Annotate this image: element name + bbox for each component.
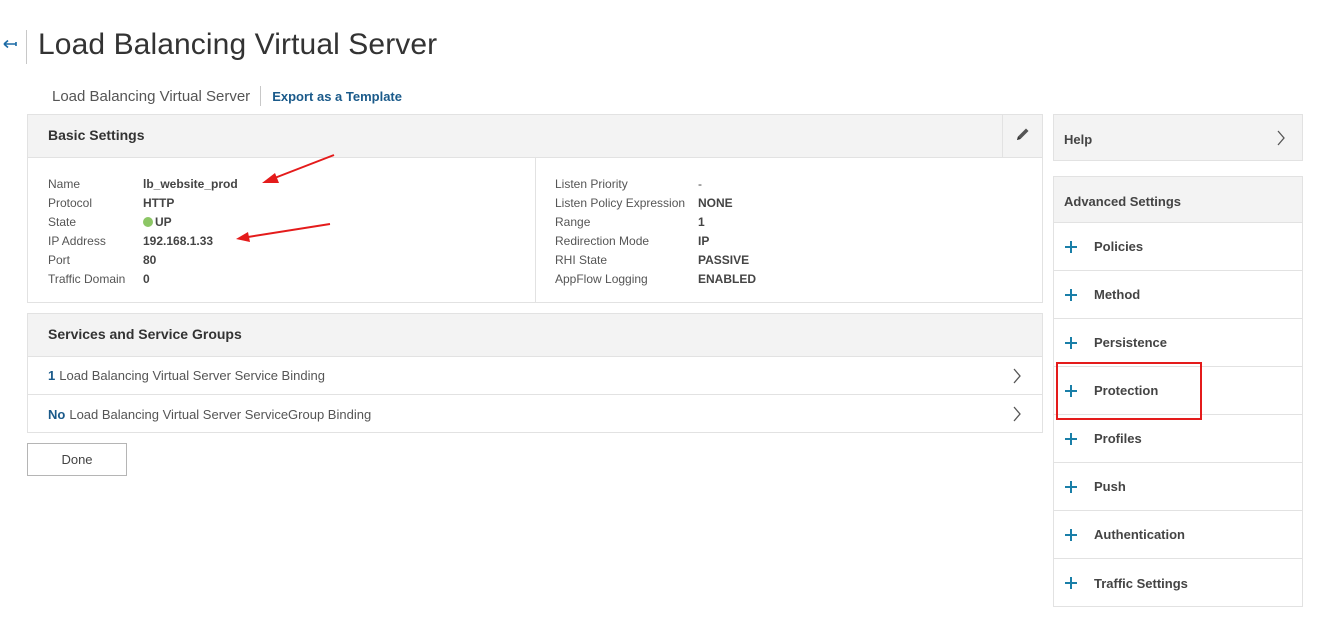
setting-label: RHI State — [555, 253, 608, 267]
chevron-right-icon — [1012, 368, 1022, 387]
basic-settings-panel: Basic Settings Name lb_website_prod Prot… — [27, 114, 1043, 303]
setting-row-listen-policy: Listen Policy Expression NONE — [555, 194, 756, 213]
setting-value: ENABLED — [698, 272, 757, 286]
setting-label: State — [48, 215, 77, 229]
binding-label: Load Balancing Virtual Server Service Bi… — [59, 368, 325, 383]
status-dot-icon — [143, 217, 153, 227]
setting-row-state: State UP — [48, 213, 238, 232]
plus-icon — [1062, 334, 1080, 352]
setting-label: Protocol — [48, 196, 93, 210]
setting-value: 192.168.1.33 — [143, 234, 214, 248]
advanced-settings-panel: Advanced Settings Policies Method Persis… — [1053, 176, 1303, 607]
setting-row-appflow: AppFlow Logging ENABLED — [555, 270, 756, 289]
setting-value: - — [698, 177, 702, 191]
breadcrumb: Load Balancing Virtual Server Export as … — [52, 86, 402, 106]
adv-item-method[interactable]: Method — [1054, 271, 1302, 319]
adv-item-policies[interactable]: Policies — [1054, 223, 1302, 271]
help-panel[interactable]: Help — [1053, 114, 1303, 161]
adv-item-authentication[interactable]: Authentication — [1054, 511, 1302, 559]
setting-value: NONE — [698, 196, 733, 210]
setting-label: Listen Priority — [555, 177, 628, 191]
adv-item-label: Profiles — [1094, 431, 1142, 446]
setting-value: PASSIVE — [698, 253, 750, 267]
basic-settings-title: Basic Settings — [48, 127, 145, 143]
adv-item-label: Authentication — [1094, 527, 1185, 542]
setting-row-listen-priority: Listen Priority - — [555, 175, 756, 194]
plus-icon — [1062, 574, 1080, 592]
plus-icon — [1062, 238, 1080, 256]
setting-row-protocol: Protocol HTTP — [48, 194, 238, 213]
basic-settings-header: Basic Settings — [28, 115, 1042, 158]
services-panel: Services and Service Groups 1 Load Balan… — [27, 313, 1043, 433]
state-value: UP — [143, 213, 172, 232]
setting-label: Redirection Mode — [555, 234, 650, 248]
chevron-right-icon — [1012, 406, 1022, 425]
setting-row-port: Port 80 — [48, 251, 238, 270]
adv-item-profiles[interactable]: Profiles — [1054, 415, 1302, 463]
services-title: Services and Service Groups — [48, 326, 242, 342]
advanced-settings-title: Advanced Settings — [1064, 194, 1182, 209]
servicegroup-binding-row[interactable]: No Load Balancing Virtual Server Service… — [28, 395, 1042, 433]
adv-item-protection[interactable]: Protection — [1054, 367, 1302, 415]
advanced-settings-header: Advanced Settings — [1054, 177, 1302, 223]
setting-label: Traffic Domain — [48, 272, 126, 286]
plus-icon — [1062, 526, 1080, 544]
help-label: Help — [1064, 132, 1093, 147]
setting-value: IP — [698, 234, 710, 248]
adv-item-traffic-settings[interactable]: Traffic Settings — [1054, 559, 1302, 607]
chevron-right-icon — [1276, 130, 1286, 151]
setting-row-range: Range 1 — [555, 213, 756, 232]
binding-count: No — [48, 406, 66, 422]
adv-item-persistence[interactable]: Persistence — [1054, 319, 1302, 367]
binding-count: 1 — [48, 368, 56, 383]
adv-item-label: Push — [1094, 479, 1126, 494]
basic-settings-left-list: Name lb_website_prod Protocol HTTP State… — [48, 175, 238, 289]
setting-value: lb_website_prod — [143, 177, 238, 191]
setting-value: HTTP — [143, 196, 175, 210]
setting-label: Name — [48, 177, 81, 191]
back-arrow-icon[interactable] — [2, 36, 22, 56]
export-template-link[interactable]: Export as a Template — [272, 89, 402, 104]
state-text: UP — [155, 215, 172, 229]
column-divider — [535, 158, 536, 303]
setting-row-rhi-state: RHI State PASSIVE — [555, 251, 756, 270]
page-title: Load Balancing Virtual Server — [38, 28, 438, 61]
setting-row-traffic-domain: Traffic Domain 0 — [48, 270, 238, 289]
setting-label: Listen Policy Expression — [555, 196, 686, 210]
setting-label: AppFlow Logging — [555, 272, 648, 286]
setting-label: Range — [555, 215, 591, 229]
plus-icon — [1062, 382, 1080, 400]
edit-button[interactable] — [1002, 115, 1042, 157]
setting-row-name: Name lb_website_prod — [48, 175, 238, 194]
adv-item-label: Policies — [1094, 239, 1144, 254]
pencil-icon — [1015, 126, 1031, 147]
services-header: Services and Service Groups — [28, 314, 1042, 357]
adv-item-push[interactable]: Push — [1054, 463, 1302, 511]
adv-item-label: Persistence — [1094, 335, 1167, 350]
service-binding-row[interactable]: 1 Load Balancing Virtual Server Service … — [28, 357, 1042, 395]
basic-settings-body: Name lb_website_prod Protocol HTTP State… — [28, 158, 1042, 303]
title-divider — [26, 30, 27, 64]
sub-nav-title: Load Balancing Virtual Server — [52, 87, 251, 105]
setting-value: 0 — [143, 272, 150, 286]
sub-nav-separator — [260, 86, 262, 106]
setting-value: 1 — [698, 215, 705, 229]
setting-label: Port — [48, 253, 71, 267]
adv-item-label: Traffic Settings — [1094, 575, 1188, 591]
adv-item-label: Protection — [1094, 383, 1159, 398]
adv-item-label: Method — [1094, 287, 1141, 302]
setting-label: IP Address — [48, 234, 106, 248]
done-button[interactable]: Done — [27, 443, 127, 476]
setting-value: 80 — [143, 253, 157, 267]
basic-settings-right-list: Listen Priority - Listen Policy Expressi… — [555, 175, 756, 289]
setting-row-ip: IP Address 192.168.1.33 — [48, 232, 238, 251]
plus-icon — [1062, 478, 1080, 496]
plus-icon — [1062, 430, 1080, 448]
binding-label: Load Balancing Virtual Server ServiceGro… — [69, 406, 372, 422]
setting-row-redirection-mode: Redirection Mode IP — [555, 232, 756, 251]
plus-icon — [1062, 286, 1080, 304]
